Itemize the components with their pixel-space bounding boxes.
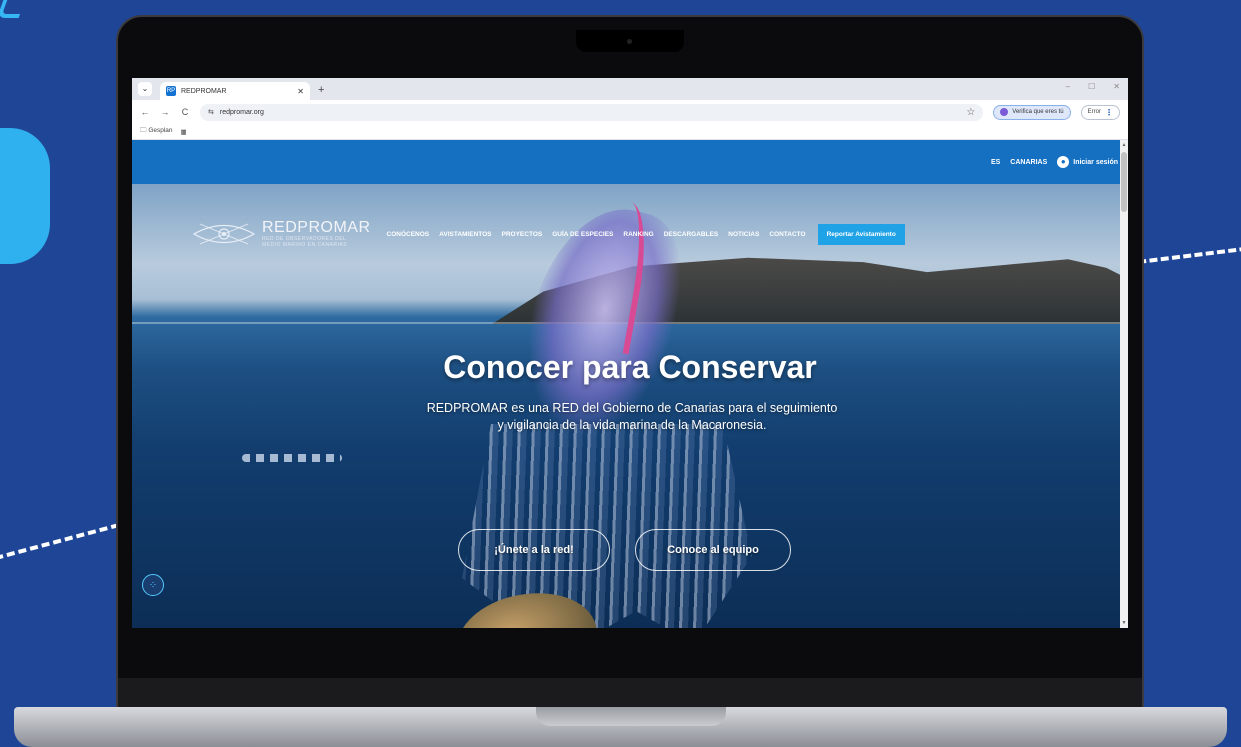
decorative-dashed-line-right: [1138, 246, 1241, 290]
laptop-screen: ⌄ RP REDPROMAR ✕ + – ☐ ✕ ← → C ⇆ redprom…: [132, 78, 1128, 628]
bubbles-image: [242, 454, 342, 462]
decorative-corner-mark: [0, 0, 26, 18]
scrollbar-thumb[interactable]: [1121, 152, 1127, 212]
decorative-dashed-line-left: [0, 520, 133, 566]
kebab-menu-icon[interactable]: ⋮: [1105, 108, 1113, 117]
bookmarks-bar: 🗀 Gesplan ▦: [132, 124, 1128, 140]
nav-conocenos[interactable]: CONÓCENOS: [387, 231, 430, 238]
logo-eye-icon: [192, 221, 256, 247]
camera-lens: [627, 39, 632, 44]
tab-title: REDPROMAR: [181, 87, 227, 95]
nav-ranking[interactable]: RANKING: [623, 231, 653, 238]
bookmark-star-icon[interactable]: ☆: [966, 107, 975, 118]
hero-section: REDPROMAR RED DE OBSERVADORES DEL MEDIO …: [132, 184, 1128, 628]
browser-tab-bar: ⌄ RP REDPROMAR ✕ + – ☐ ✕: [132, 78, 1128, 100]
user-icon: ●: [1057, 156, 1070, 168]
login-link[interactable]: ● Iniciar sesión: [1057, 156, 1118, 168]
forward-icon[interactable]: →: [160, 107, 170, 117]
main-nav: REDPROMAR RED DE OBSERVADORES DEL MEDIO …: [192, 220, 905, 248]
bookmark-label: Gesplan: [148, 127, 173, 134]
address-bar[interactable]: ⇆ redpromar.org ☆: [200, 103, 984, 121]
site-logo[interactable]: REDPROMAR RED DE OBSERVADORES DEL MEDIO …: [192, 220, 371, 248]
verify-chip-label: Verifica que eres tú: [1012, 109, 1064, 115]
site-settings-icon[interactable]: ⇆: [208, 108, 214, 116]
window-controls: – ☐ ✕: [1066, 82, 1120, 91]
join-network-button[interactable]: ¡Únete a la red!: [458, 529, 610, 571]
maximize-icon[interactable]: ☐: [1088, 82, 1095, 91]
scroll-down-icon[interactable]: ▼: [1120, 620, 1128, 626]
nav-avistamientos[interactable]: AVISTAMIENTOS: [439, 231, 491, 238]
browser-toolbar: ← → C ⇆ redpromar.org ☆ Verifica que ere…: [132, 100, 1128, 124]
browser-tab-redpromar[interactable]: RP REDPROMAR ✕: [160, 82, 310, 100]
verify-identity-chip[interactable]: Verifica que eres tú: [993, 104, 1071, 120]
logo-text: REDPROMAR RED DE OBSERVADORES DEL MEDIO …: [262, 219, 371, 249]
nav-descargables[interactable]: DESCARGABLES: [664, 231, 719, 238]
reload-icon[interactable]: C: [180, 107, 190, 117]
laptop-camera-notch: [576, 30, 684, 52]
error-chip[interactable]: Error ⋮: [1080, 104, 1120, 120]
report-sighting-button[interactable]: Reportar Avistamiento: [817, 223, 905, 245]
login-label: Iniciar sesión: [1073, 158, 1118, 166]
profile-avatar-icon: [1000, 108, 1009, 116]
nav-guia-especies[interactable]: GUÍA DE ESPECIES: [552, 231, 613, 238]
hero-title: Conocer para Conservar: [443, 349, 817, 385]
apps-grid-icon[interactable]: ▦: [181, 128, 187, 136]
logo-name: REDPROMAR: [262, 219, 371, 236]
new-tab-icon[interactable]: +: [318, 84, 324, 96]
favicon-icon: RP: [166, 86, 176, 96]
hero-subtitle: REDPROMAR es una RED del Gobierno de Can…: [426, 401, 838, 432]
nav-noticias[interactable]: NOTICIAS: [728, 231, 759, 238]
language-switch[interactable]: ES: [991, 159, 1000, 166]
website: ES CANARIAS ● Iniciar sesión REDPROMAR R…: [132, 140, 1128, 628]
site-topbar: ES CANARIAS ● Iniciar sesión: [132, 140, 1128, 184]
window-close-icon[interactable]: ✕: [1113, 82, 1120, 91]
error-chip-label: Error: [1087, 109, 1101, 115]
laptop-base-notch: [536, 707, 726, 726]
tab-search-icon[interactable]: ⌄: [138, 82, 152, 96]
scrollbar[interactable]: ▲ ▼: [1120, 140, 1128, 628]
laptop-bezel-bottom: [118, 678, 1142, 710]
meet-team-button[interactable]: Conoce al equipo: [635, 529, 791, 571]
url-text: redpromar.org: [219, 108, 264, 116]
decorative-blue-shape: [0, 128, 50, 264]
nav-contacto[interactable]: CONTACTO: [769, 231, 805, 238]
scroll-up-icon[interactable]: ▲: [1120, 142, 1128, 148]
region-switch[interactable]: CANARIAS: [1010, 159, 1047, 166]
minimize-icon[interactable]: –: [1066, 82, 1070, 91]
bookmark-gesplan[interactable]: 🗀 Gesplan: [140, 126, 173, 137]
nav-proyectos[interactable]: PROYECTOS: [502, 231, 543, 238]
back-icon[interactable]: ←: [140, 107, 150, 117]
cookie-settings-icon[interactable]: ⁘: [142, 574, 164, 596]
close-icon[interactable]: ✕: [297, 87, 304, 96]
logo-subtitle-2: MEDIO MARINO EN CANARIAS: [262, 242, 348, 248]
